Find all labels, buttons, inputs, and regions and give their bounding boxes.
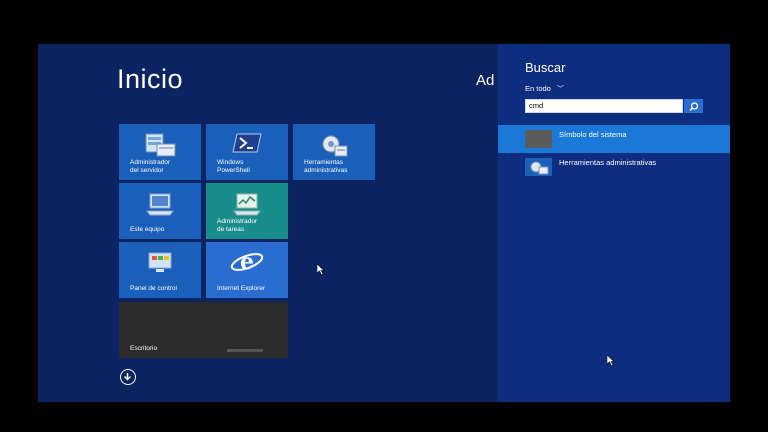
tile-server-manager[interactable]: Administrador del servidor [119, 124, 201, 180]
tile-powershell[interactable]: Windows PowerShell [206, 124, 288, 180]
result-label: Símbolo del sistema [559, 130, 627, 139]
search-scope-dropdown[interactable]: En todo ﹀ [525, 84, 564, 94]
search-input[interactable]: cmd [525, 99, 683, 113]
tile-internet-explorer[interactable]: e Internet Explorer [206, 242, 288, 298]
result-label: Herramientas administrativas [559, 158, 657, 167]
tile-label: Internet Explorer [217, 284, 266, 292]
start-screen: Inicio Ad Administrador del servidor Win… [38, 44, 730, 402]
tile-task-manager[interactable]: Administrador de tareas [206, 183, 288, 239]
tile-label: Administrador del servidor [130, 159, 171, 174]
admin-tools-icon [322, 135, 348, 157]
admin-tools-icon [525, 158, 552, 176]
powershell-icon [232, 133, 262, 153]
tile-desktop[interactable]: Escritorio [119, 302, 288, 358]
task-manager-icon [233, 193, 261, 216]
mouse-cursor-icon [607, 355, 615, 366]
computer-icon [146, 193, 174, 216]
desktop-taskbar-preview [227, 349, 263, 352]
search-icon [689, 102, 699, 112]
start-title: Inicio [117, 64, 184, 94]
server-manager-icon [145, 133, 176, 157]
arrow-down-icon [123, 373, 132, 381]
search-pane: Buscar En todo ﹀ cmd Símbolo del sistema … [498, 44, 730, 402]
search-button[interactable] [684, 99, 703, 113]
svg-text:e: e [240, 249, 254, 275]
tile-label: Windows PowerShell [217, 159, 250, 174]
tile-label: Este equipo [130, 225, 165, 233]
tile-label: Escritorio [130, 344, 158, 352]
mouse-cursor-icon [317, 264, 325, 275]
tile-this-pc[interactable]: Este equipo [119, 183, 201, 239]
command-prompt-icon [525, 130, 552, 148]
tile-admin-tools[interactable]: Herramientas administrativas [293, 124, 375, 180]
tile-control-panel[interactable]: Panel de control [119, 242, 201, 298]
tile-label: Administrador de tareas [217, 218, 258, 233]
tile-label: Panel de control [130, 284, 177, 292]
user-name-partial[interactable]: Ad [476, 72, 494, 89]
control-panel-icon [148, 252, 172, 272]
chevron-down-icon: ﹀ [556, 86, 564, 93]
search-scope-label: En todo [525, 84, 551, 93]
search-result-admin-tools[interactable]: Herramientas administrativas [498, 153, 730, 181]
search-result-command-prompt[interactable]: Símbolo del sistema [498, 125, 730, 153]
internet-explorer-icon: e [230, 249, 264, 275]
search-title: Buscar [525, 60, 566, 75]
all-apps-button[interactable] [120, 369, 136, 385]
tile-label: Herramientas administrativas [304, 159, 348, 174]
